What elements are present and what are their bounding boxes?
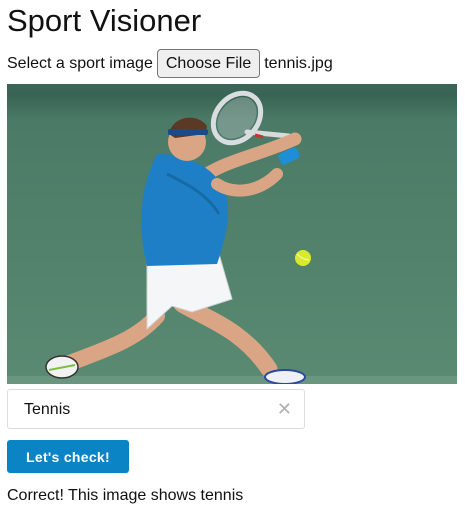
page-title: Sport Visioner [7,3,202,38]
choose-file-button[interactable]: Choose File [156,49,261,78]
page: Sport Visioner Select a sport image Choo… [0,0,465,513]
file-upload-row: Select a sport image Choose File tennis.… [7,49,333,78]
sport-select-value: Tennis [24,401,71,418]
file-upload-label: Select a sport image [7,54,153,72]
result-message: Correct! This image shows tennis [7,487,244,504]
selected-file-name: tennis.jpg [264,54,333,72]
close-icon[interactable]: ✕ [277,398,292,420]
lets-check-button[interactable]: Let's check! [7,440,129,473]
sport-select[interactable]: Tennis ✕ [7,389,305,429]
uploaded-sport-image [7,84,457,384]
